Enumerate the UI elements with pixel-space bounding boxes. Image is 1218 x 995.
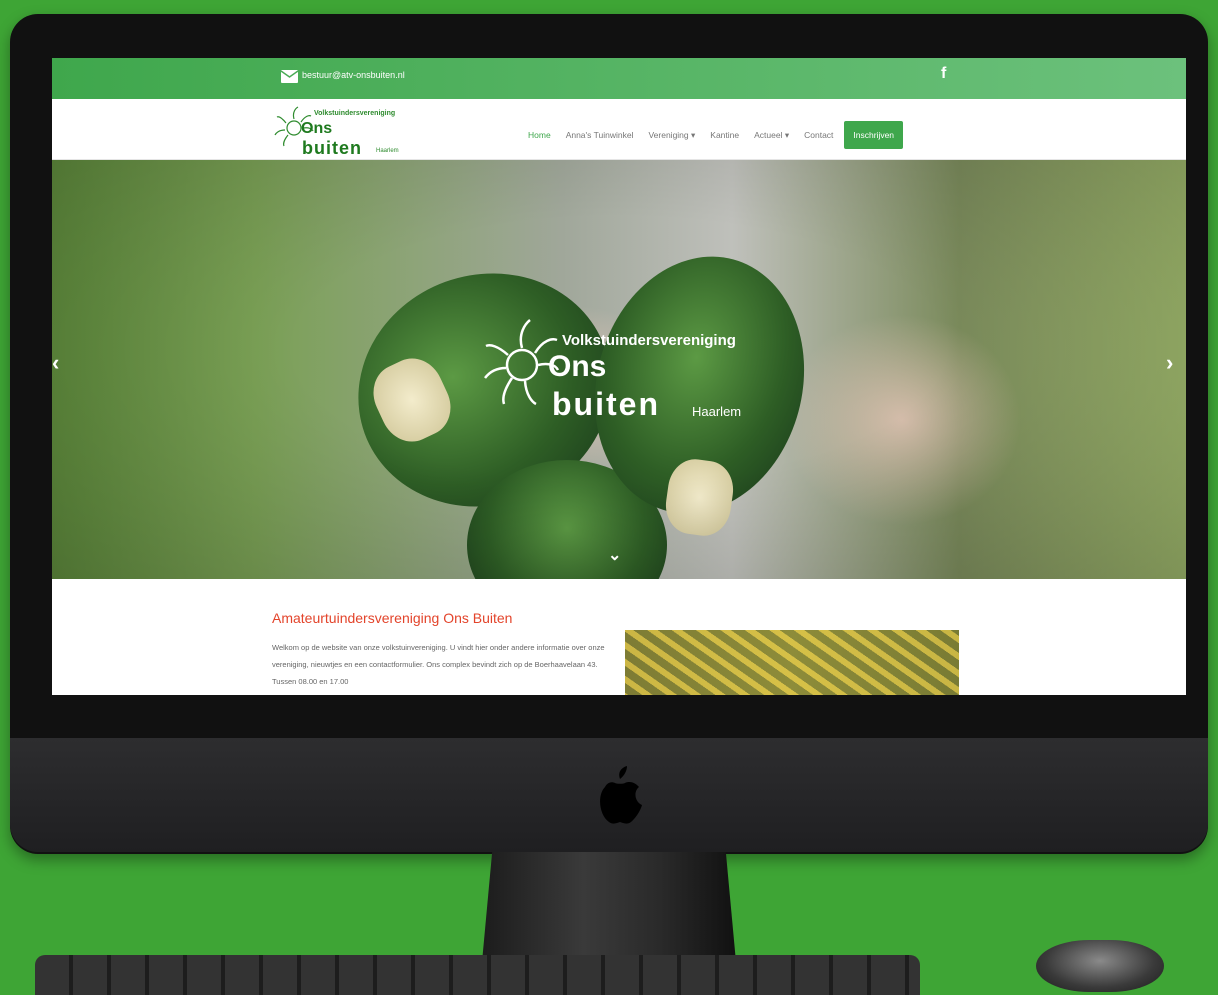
- hero-slider: Volkstuindersvereniging Ons buiten Haarl…: [52, 160, 1186, 579]
- logo-line3: buiten: [302, 138, 362, 158]
- site-logo[interactable]: Volkstuindersvereniging Ons buiten Haarl…: [274, 102, 424, 158]
- topbar-email-link[interactable]: bestuur@atv-onsbuiten.nl: [302, 70, 405, 80]
- intro-section: Amateurtuindersvereniging Ons Buiten Wel…: [52, 579, 1186, 695]
- navbar: Volkstuindersvereniging Ons buiten Haarl…: [52, 99, 1186, 160]
- logo-line2: Ons: [301, 120, 333, 137]
- intro-paragraph: Welkom op de website van onze volkstuinv…: [272, 643, 605, 686]
- scroll-down-icon[interactable]: ⌄: [608, 545, 621, 565]
- slider-prev-icon[interactable]: ‹: [52, 350, 59, 376]
- imac-stand: [482, 852, 736, 962]
- hero-logo-line1: Volkstuindersvereniging: [562, 332, 736, 349]
- hero-logo-line3: buiten: [552, 386, 660, 422]
- nav-item-actueel[interactable]: Actueel ▾: [754, 130, 789, 141]
- inschrijven-button[interactable]: Inschrijven: [844, 121, 904, 149]
- facebook-icon[interactable]: f: [941, 65, 946, 83]
- hero-logo-line4: Haarlem: [692, 404, 742, 419]
- apple-logo-icon: [600, 766, 642, 824]
- topbar: bestuur@atv-onsbuiten.nl f: [52, 58, 1186, 99]
- intro-photo: [625, 630, 959, 695]
- slider-next-icon[interactable]: ›: [1166, 350, 1173, 376]
- logo-line1: Volkstuindersvereniging: [314, 110, 396, 117]
- hero-logo: Volkstuindersvereniging Ons buiten Haarl…: [480, 310, 800, 440]
- nav-item-annas-tuinwinkel[interactable]: Anna's Tuinwinkel: [566, 130, 634, 140]
- nav-item-contact[interactable]: Contact: [804, 130, 833, 140]
- nav-item-vereniging[interactable]: Vereniging ▾: [648, 130, 695, 141]
- intro-heading: Amateurtuindersvereniging Ons Buiten: [272, 610, 513, 626]
- hero-logo-line2: Ons: [548, 350, 607, 383]
- website-screen: bestuur@atv-onsbuiten.nl f Volkstuinders…: [52, 58, 1186, 695]
- envelope-icon: [281, 70, 298, 83]
- keyboard: [35, 955, 920, 995]
- nav-item-home[interactable]: Home: [528, 130, 551, 140]
- mouse: [1036, 940, 1164, 992]
- logo-line4: Haarlem: [376, 148, 399, 154]
- main-nav: Home Anna's Tuinwinkel Vereniging ▾ Kant…: [528, 121, 904, 149]
- nav-item-kantine[interactable]: Kantine: [710, 130, 739, 140]
